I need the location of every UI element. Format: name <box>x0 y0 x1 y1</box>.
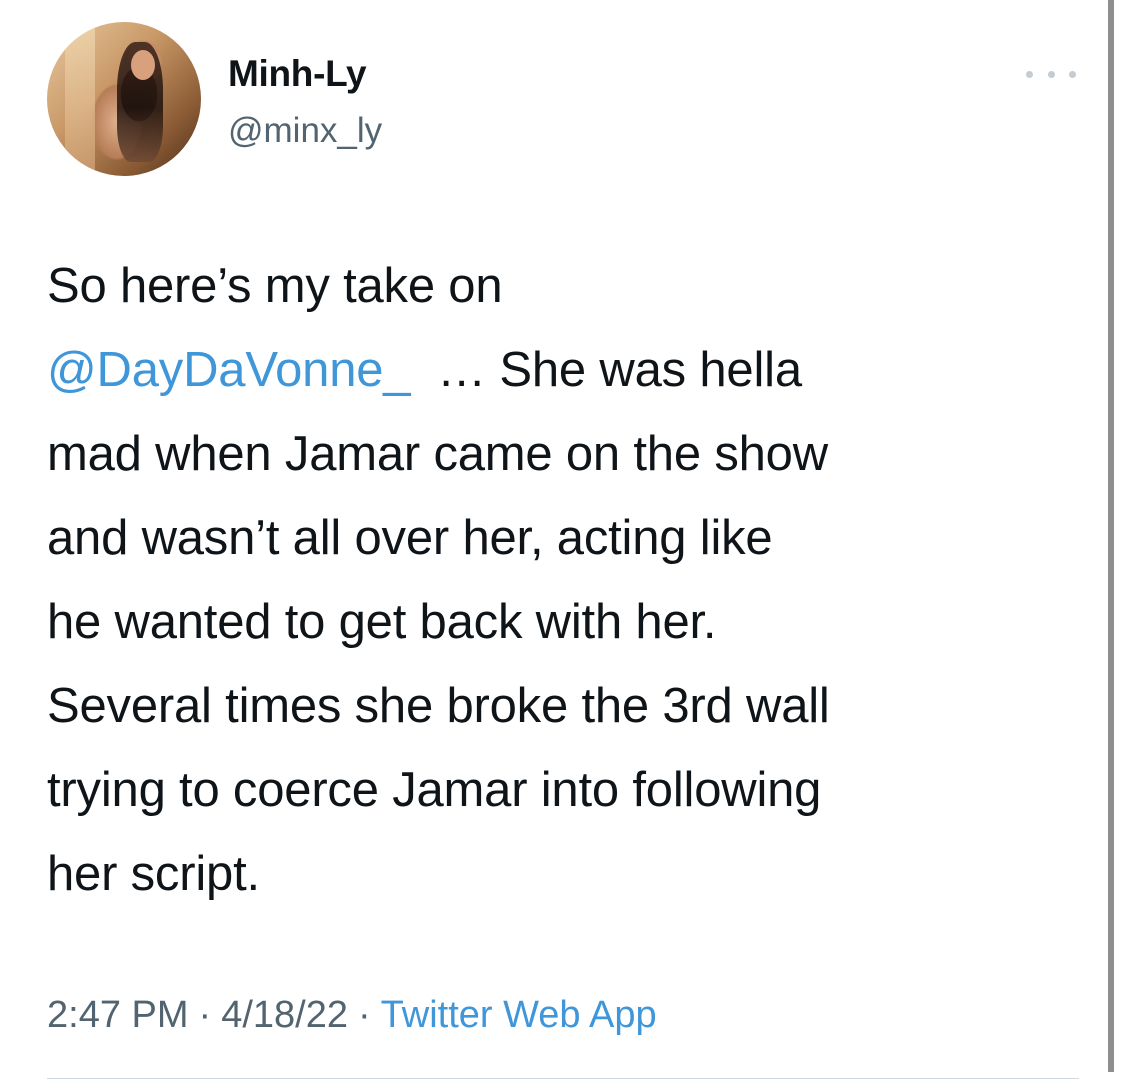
tweet-text-segment: trying to coerce Jamar into following <box>47 763 822 817</box>
tweet-text-line: trying to coerce Jamar into following <box>47 748 1087 832</box>
meta-separator: · <box>198 994 212 1036</box>
author-handle[interactable]: @minx_ly <box>228 110 382 152</box>
tweet-text-line: @DayDaVonne_ … She was hella <box>47 328 1087 412</box>
author-display-name[interactable]: Minh-Ly <box>228 52 367 96</box>
more-horizontal-icon <box>1069 70 1076 78</box>
meta-separator: · <box>357 994 371 1036</box>
tweet-text-line: So here’s my take on <box>47 244 1087 328</box>
tweet-text-line: he wanted to get back with her. <box>47 580 1087 664</box>
mention-link[interactable]: @DayDaVonne_ <box>47 343 411 397</box>
tweet-metadata: 2:47 PM · 4/18/22 · Twitter Web App <box>47 992 657 1038</box>
more-horizontal-icon <box>1047 70 1055 78</box>
more-horizontal-icon <box>1026 70 1033 78</box>
tweet-text-segment: her script. <box>47 847 260 901</box>
avatar-face <box>131 50 155 80</box>
avatar[interactable] <box>47 22 201 176</box>
tweet-source-link[interactable]: Twitter Web App <box>381 994 657 1036</box>
tweet-text: So here’s my take on @DayDaVonne_ … She … <box>47 244 1087 916</box>
tweet-text-segment: Several times she broke the 3rd wall <box>47 679 830 733</box>
tweet-text-line: and wasn’t all over her, acting like <box>47 496 1087 580</box>
tweet-text-line: Several times she broke the 3rd wall <box>47 664 1087 748</box>
avatar-background <box>65 22 95 176</box>
tweet-text-line: mad when Jamar came on the show <box>47 412 1087 496</box>
scrollbar-thumb[interactable] <box>1108 0 1114 1072</box>
tweet-text-segment: and wasn’t all over her, acting like <box>47 511 773 565</box>
tweet-text-segment: mad when Jamar came on the show <box>47 427 828 481</box>
tweet-text-segment: So here’s my take on <box>47 259 503 313</box>
tweet-time[interactable]: 2:47 PM <box>47 994 189 1036</box>
tweet-text-segment: … She was hella <box>410 343 802 397</box>
tweet-text-segment: he wanted to get back with her. <box>47 595 717 649</box>
tweet: Minh-Ly @minx_ly So here’s my take on @D… <box>0 0 1108 1086</box>
tweet-date[interactable]: 4/18/22 <box>221 994 348 1036</box>
tweet-text-line: her script. <box>47 832 1087 916</box>
divider <box>47 1078 1079 1079</box>
more-options-button[interactable] <box>1026 62 1076 86</box>
